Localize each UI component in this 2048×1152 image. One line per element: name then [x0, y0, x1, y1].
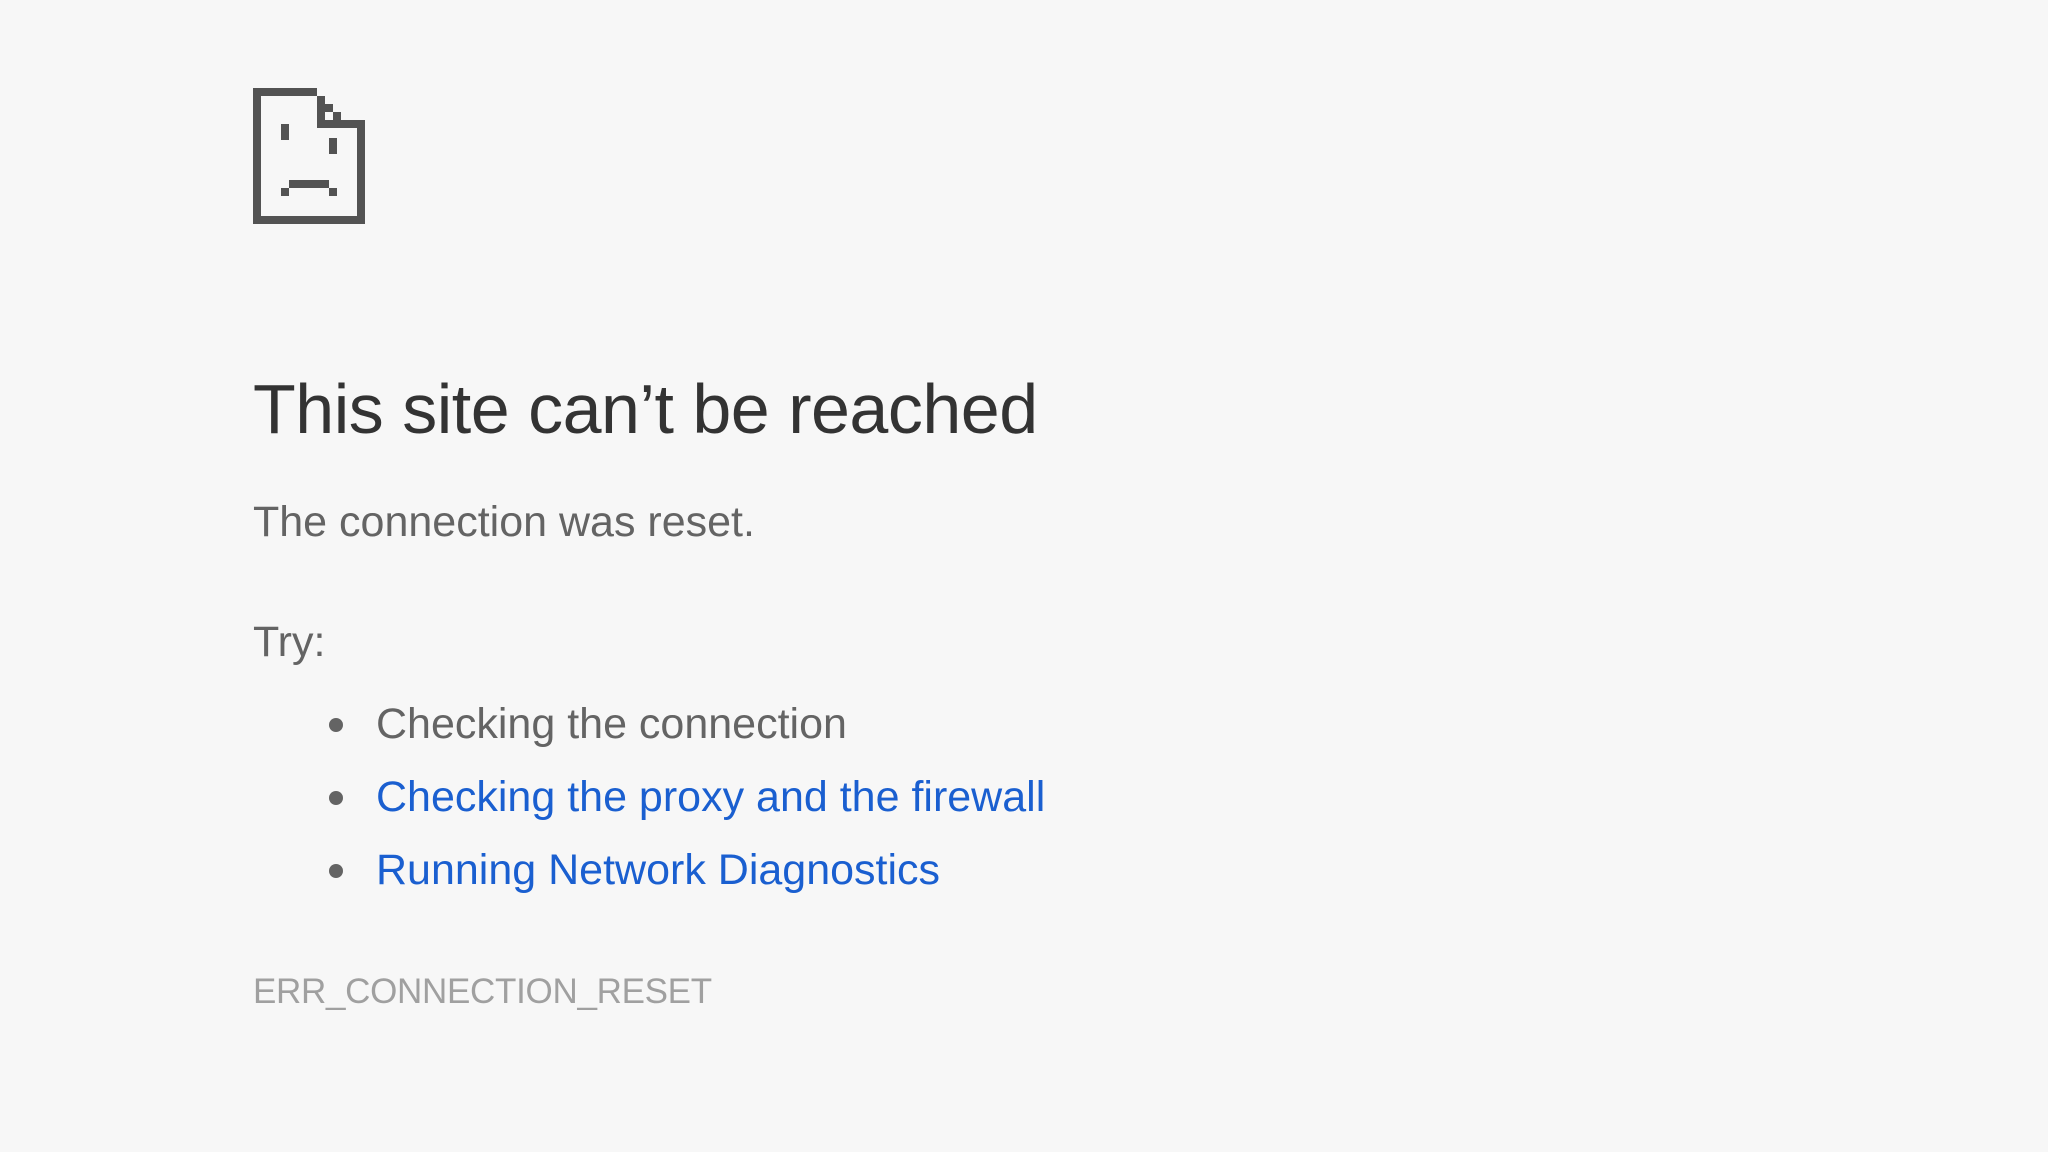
bullet-icon [329, 864, 343, 878]
bullet-icon [329, 718, 343, 732]
network-diagnostics-link[interactable]: Running Network Diagnostics [376, 846, 940, 894]
suggestion-network-diagnostics: Running Network Diagnostics [323, 834, 1853, 907]
suggestion-label: Checking the connection [376, 700, 847, 748]
suggestion-checking-connection: Checking the connection [323, 688, 1853, 761]
error-code: ERR_CONNECTION_RESET [253, 972, 712, 1011]
suggestion-list: Checking the connection Checking the pro… [253, 688, 1853, 907]
error-message: The connection was reset. [253, 498, 755, 546]
error-page: This site can’t be reached The connectio… [253, 88, 1853, 1013]
proxy-firewall-link[interactable]: Checking the proxy and the firewall [376, 773, 1045, 821]
bullet-icon [329, 791, 343, 805]
page-title: This site can’t be reached [253, 370, 1038, 448]
try-label: Try: [253, 618, 326, 666]
sad-document-icon [253, 88, 365, 224]
suggestion-proxy-firewall: Checking the proxy and the firewall [323, 761, 1853, 834]
